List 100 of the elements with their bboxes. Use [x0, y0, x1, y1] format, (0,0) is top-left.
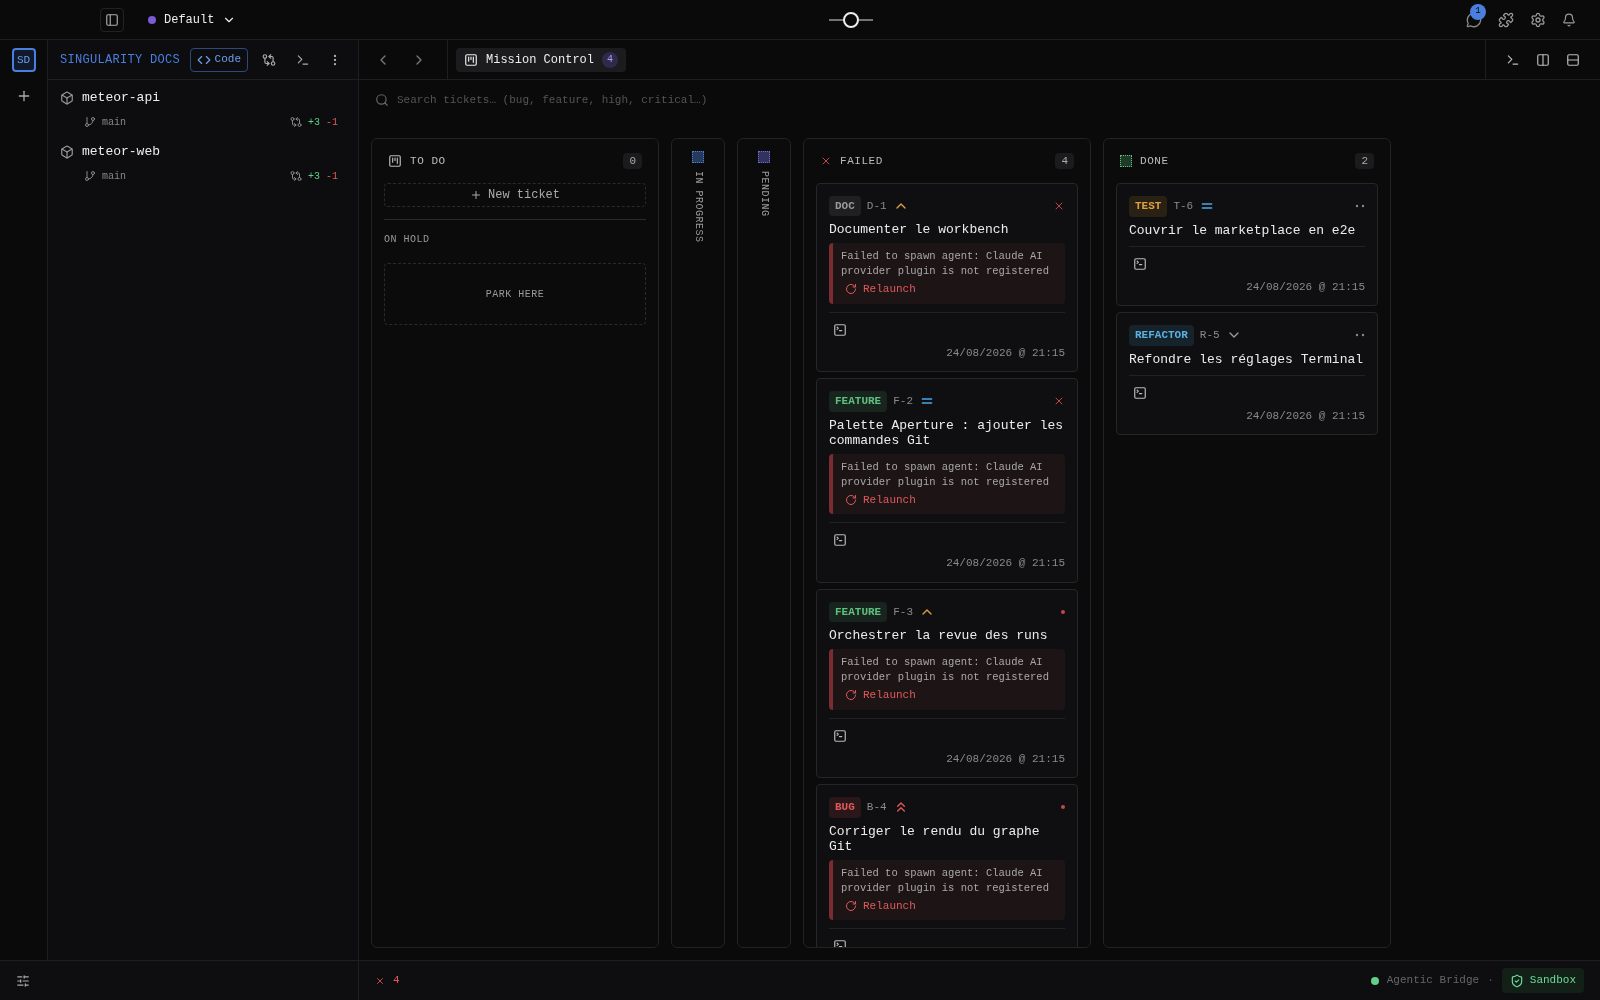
error-message: Failed to spawn agent: Claude AI provider plugin is not registered — [841, 249, 1050, 280]
error-message: Failed to spawn agent: Claude AI provider plugin is not registered — [841, 459, 1050, 490]
ticket-card[interactable]: FEATURE F-2 Palette Aperture : ajouter les commandes Git Failed to spawn agent: Claude AI provider plugin is not registered Relaunch 24/08/2026 @ 21:15 — [816, 378, 1078, 583]
notification-badge: 1 — [1470, 3, 1486, 20]
error-message: Failed to spawn agent: Claude AI provider plugin is not registered — [841, 655, 1050, 686]
column-count: 2 — [1355, 152, 1374, 170]
todo-icon — [388, 154, 402, 168]
lines-removed: -1 — [326, 169, 338, 184]
repo-name: meteor-api — [82, 89, 160, 108]
ticket-card[interactable]: FEATURE F-3 Orchestrer la revue des runs Failed to spawn agent: Claude AI provider plugin is not registered Relaunch 24/08/2026 @ 21:15 — [816, 588, 1078, 779]
refresh-icon — [845, 689, 857, 702]
ticket-tag: FEATURE — [829, 391, 888, 412]
split-horizontal-icon[interactable] — [1566, 52, 1580, 67]
ticket-id: R-5 — [1199, 328, 1220, 343]
terminal-icon[interactable] — [833, 728, 847, 743]
bridge-status: Agentic Bridge — [1386, 973, 1480, 989]
puzzle-icon[interactable] — [1498, 11, 1514, 28]
ticket-title: Palette Aperture : ajouter les commandes Git — [829, 417, 1065, 448]
chat-icon[interactable] — [1466, 11, 1482, 28]
new-ticket-button[interactable]: New ticket — [384, 183, 646, 207]
branch-name: main — [102, 115, 127, 130]
ticket-tag: TEST — [1129, 196, 1168, 217]
branch-icon — [84, 170, 96, 182]
ticket-timestamp: 24/08/2026 @ 21:15 — [1246, 279, 1365, 295]
column-title: DONE — [1140, 153, 1169, 169]
repo-item[interactable]: meteor-web — [56, 140, 350, 164]
ticket-tag: FEATURE — [829, 601, 888, 623]
ticket-title: Refondre les réglages Terminal — [1129, 351, 1365, 367]
ticket-timestamp: 24/08/2026 @ 21:15 — [946, 345, 1065, 361]
park-drop-zone[interactable]: PARK HERE — [384, 263, 646, 325]
ticket-title: Couvrir le marketplace en e2e — [1129, 222, 1357, 238]
sidebar-toggle-button[interactable] — [100, 7, 124, 32]
relaunch-button[interactable]: Relaunch — [845, 281, 916, 298]
cube-icon — [60, 145, 74, 159]
ticket-card[interactable]: REFACTOR R-5 Refondre les réglages Terminal 24/08/2026 @ 21:15 — [1116, 312, 1378, 435]
collapsed-column[interactable]: IN PROGRESS — [671, 138, 725, 948]
terminal-icon[interactable] — [1133, 385, 1147, 400]
search-field[interactable]: Search tickets… (bug, feature, high, critical…) — [397, 91, 1584, 109]
tab-count: 4 — [602, 51, 619, 68]
column-title: FAILED — [840, 153, 883, 169]
terminal-icon[interactable] — [296, 52, 310, 67]
terminal-icon[interactable] — [833, 322, 847, 337]
cube-icon — [60, 91, 74, 105]
refresh-icon — [845, 899, 857, 912]
column-title: IN PROGRESS — [691, 171, 705, 243]
workspace-avatar[interactable]: SD — [11, 48, 36, 72]
ticket-id: F-3 — [893, 604, 914, 620]
ticket-card[interactable]: BUG B-4 Corriger le rendu du graphe Git Failed to spawn agent: Claude AI provider plugin is not registered Relaunch — [816, 784, 1078, 947]
column-title: PENDING — [757, 171, 771, 217]
bell-icon[interactable] — [1562, 12, 1576, 27]
terminal-icon[interactable] — [1133, 256, 1147, 271]
more-icon[interactable] — [1355, 204, 1365, 209]
project-title: SINGULARITY DOCS — [60, 51, 182, 69]
panel-icon — [105, 12, 119, 27]
lines-removed: -1 — [326, 115, 338, 130]
branch-name: main — [102, 169, 127, 184]
ticket-timestamp: 24/08/2026 @ 21:15 — [946, 751, 1065, 767]
relaunch-button[interactable]: Relaunch — [845, 687, 916, 704]
repo-name: meteor-web — [82, 143, 160, 162]
terminal-icon[interactable] — [833, 533, 847, 548]
column-count: 4 — [1055, 152, 1074, 170]
more-icon[interactable] — [1355, 333, 1365, 338]
done-icon — [1120, 155, 1132, 167]
kanban-icon — [464, 52, 478, 67]
terminal-icon[interactable] — [1506, 52, 1520, 67]
workspace-selector[interactable]: Default — [148, 10, 237, 29]
ticket-title: Corriger le rendu du graphe Git — [829, 823, 1041, 854]
column-count: 0 — [623, 152, 642, 170]
branch-icon — [84, 116, 96, 128]
lines-added: +3 — [307, 115, 320, 130]
tab[interactable]: Mission Control 4 — [456, 47, 627, 72]
search-icon — [375, 93, 389, 107]
settings-sliders-icon[interactable] — [16, 973, 30, 988]
split-vertical-icon[interactable] — [1536, 52, 1550, 67]
relaunch-button[interactable]: Relaunch — [845, 897, 916, 915]
ticket-title: Documenter le workbench — [829, 222, 1010, 238]
sandbox-badge: Sandbox — [1501, 968, 1584, 993]
ticket-tag: REFACTOR — [1129, 325, 1194, 346]
error-message: Failed to spawn agent: Claude AI provider plugin is not registered — [841, 865, 1050, 896]
ticket-timestamp: 24/08/2026 @ 21:15 — [946, 556, 1065, 572]
code-button[interactable]: Code — [189, 47, 248, 72]
error-count[interactable]: 4 — [375, 972, 400, 989]
x-icon — [375, 975, 385, 986]
ticket-card[interactable]: TEST T-6 Couvrir le marketplace en e2e 24/08/2026 @ 21:15 — [1116, 183, 1378, 306]
ticket-tag: BUG — [829, 797, 861, 818]
ticket-card[interactable]: DOC D-1 Documenter le workbench Failed to spawn agent: Claude AI provider plugin is not registered Relaunch 24/08/2026 @ 21:15 — [816, 182, 1078, 373]
app-logo-icon — [829, 10, 874, 29]
settings-icon[interactable] — [1530, 11, 1546, 28]
column-title: TO DO — [410, 153, 446, 169]
refresh-icon — [845, 283, 857, 296]
collapsed-column[interactable]: PENDING — [737, 138, 791, 948]
ticket-timestamp: 24/08/2026 @ 21:15 — [1246, 408, 1365, 424]
compare-icon[interactable] — [262, 52, 276, 67]
repo-item[interactable]: meteor-api — [56, 86, 350, 110]
separator-dot: · — [1487, 973, 1494, 989]
ticket-id: F-2 — [893, 394, 914, 410]
relaunch-button[interactable]: Relaunch — [845, 491, 916, 509]
ticket-id: D-1 — [866, 198, 887, 214]
ticket-id: B-4 — [866, 800, 887, 816]
refresh-icon — [845, 493, 857, 506]
